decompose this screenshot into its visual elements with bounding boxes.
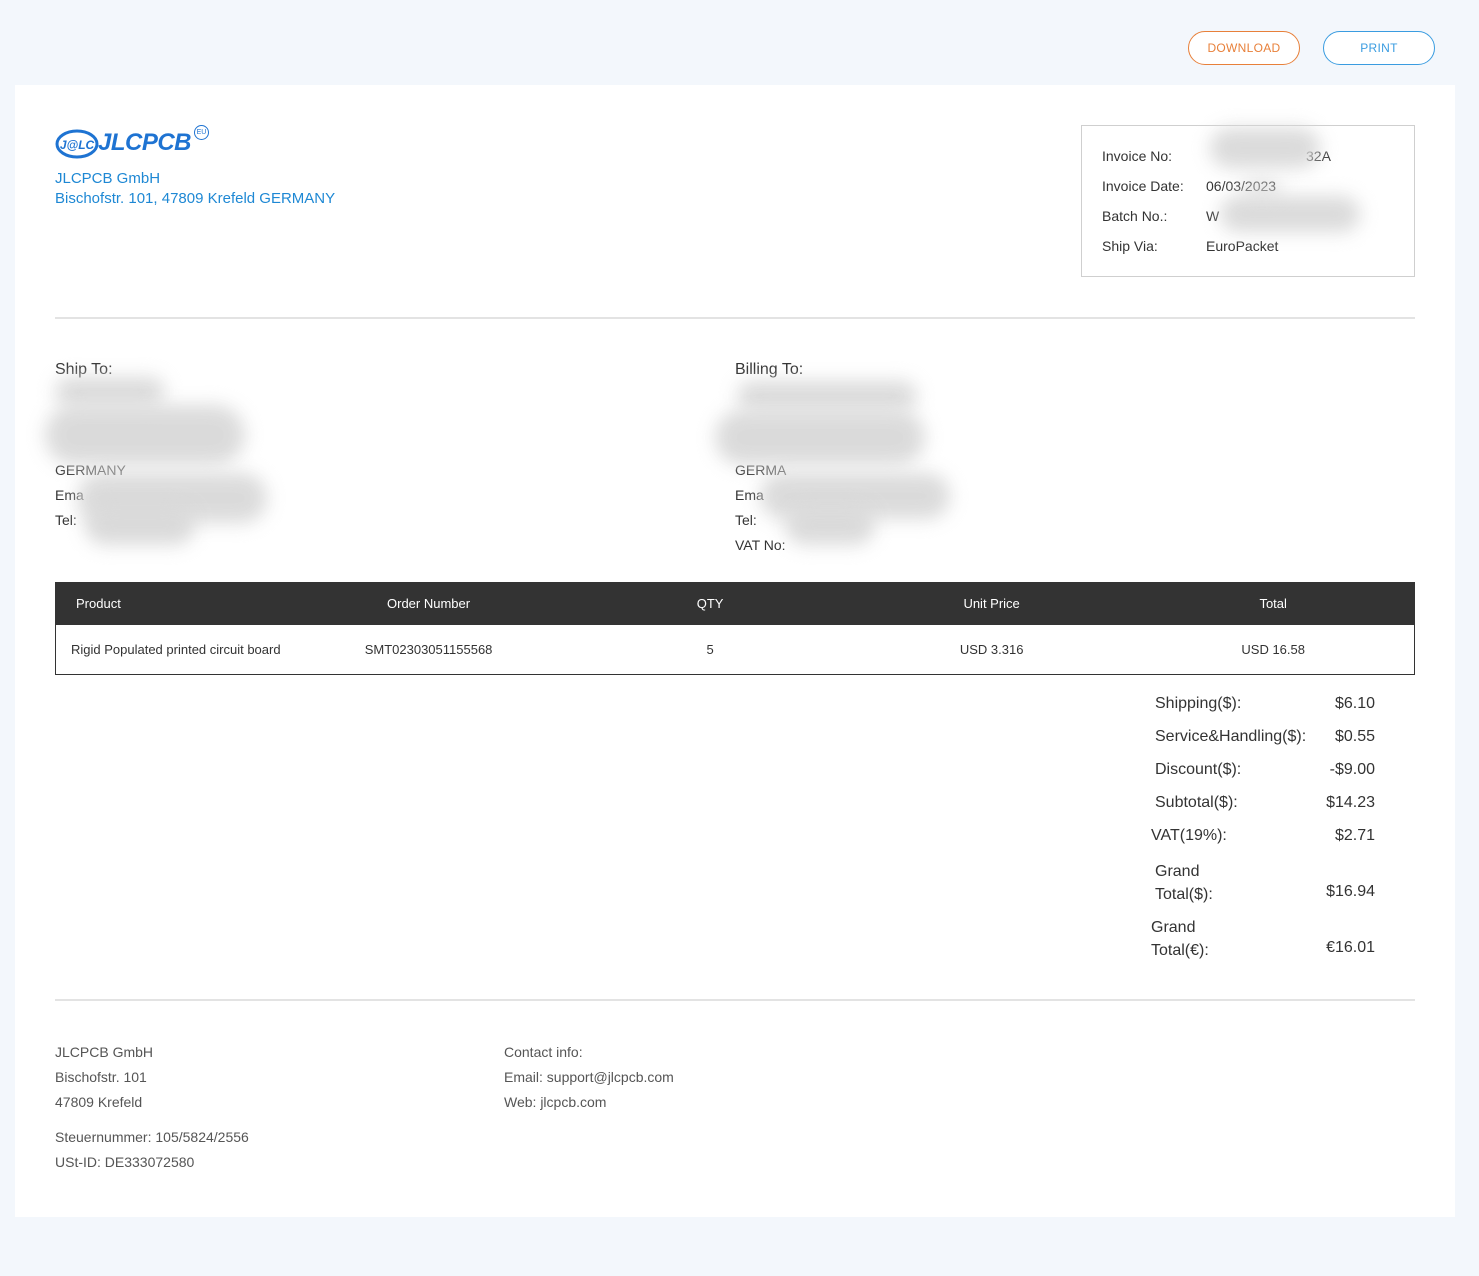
footer-city: 47809 Krefeld — [55, 1094, 143, 1110]
grand-total-eur-row: Grand Total(€): €16.01 — [1150, 916, 1375, 972]
cell-order-number: SMT02303051155568 — [364, 641, 493, 657]
logo-mark-text: J@LC — [60, 138, 95, 152]
items-header-row: Product Order Number QTY Unit Price Tota… — [55, 582, 1415, 625]
discount-row: Discount($): -$9.00 — [1150, 761, 1375, 794]
cell-total: USD 16.58 — [1241, 641, 1305, 657]
logo-eu-badge: EU — [194, 125, 209, 140]
invoice-no-label: Invoice No: — [1102, 148, 1173, 164]
service-value: $0.55 — [1334, 728, 1375, 745]
batch-no-value: W — [1206, 208, 1220, 224]
cell-product: Rigid Populated printed circuit board — [71, 641, 281, 657]
jlcpcb-logo: J@LC JLCPCB EU — [55, 125, 215, 165]
subtotal-label: Subtotal($): — [1155, 794, 1238, 811]
footer-company-name: JLCPCB GmbH — [55, 1044, 154, 1060]
grand-total-eur-label: Grand Total(€): — [1151, 916, 1209, 962]
col-header-order-number: Order Number — [387, 596, 471, 612]
header-divider — [55, 317, 1415, 319]
redaction-blur — [85, 505, 195, 545]
redaction-blur — [1242, 178, 1282, 198]
vat-row: VAT(19%): $2.71 — [1150, 827, 1375, 860]
footer-divider — [55, 999, 1415, 1001]
print-button[interactable]: PRINT — [1323, 31, 1435, 65]
ship-via-label: Ship Via: — [1102, 238, 1158, 254]
ship-via-value: EuroPacket — [1206, 238, 1279, 254]
redaction-blur — [785, 505, 875, 545]
grand-total-usd-value: $16.94 — [1326, 883, 1375, 900]
service-row: Service&Handling($): $0.55 — [1150, 728, 1375, 761]
footer-email: Email: support@jlcpcb.com — [504, 1069, 674, 1085]
col-header-qty: QTY — [696, 596, 724, 612]
service-label: Service&Handling($): — [1155, 728, 1307, 745]
subtotal-row: Subtotal($): $14.23 — [1150, 794, 1375, 827]
footer-tax-number: Steuernummer: 105/5824/2556 — [55, 1129, 249, 1145]
footer-ust-id: USt-ID: DE333072580 — [55, 1154, 195, 1170]
redaction-blur — [45, 405, 245, 465]
seller-company-name: JLCPCB GmbH — [55, 170, 161, 187]
logo-text: JLCPCB — [98, 129, 192, 156]
totals-block: Shipping($): $6.10 Service&Handling($): … — [1150, 695, 1375, 972]
redaction-blur — [55, 377, 165, 407]
seller-address: JLCPCB GmbH Bischofstr. 101, 47809 Krefe… — [55, 169, 335, 209]
grand-total-eur-label-line1: Grand — [1151, 919, 1196, 936]
invoice-date-label: Invoice Date: — [1102, 178, 1184, 194]
items-table: Product Order Number QTY Unit Price Tota… — [55, 582, 1415, 675]
col-header-product: Product — [76, 596, 121, 612]
cell-unit-price: USD 3.316 — [959, 641, 1024, 657]
redaction-blur — [715, 410, 925, 465]
seller-street-address: Bischofstr. 101, 47809 Krefeld GERMANY — [55, 190, 336, 207]
billing-to-title: Billing To: — [735, 361, 804, 378]
footer-contact-title: Contact info: — [504, 1044, 583, 1060]
discount-label: Discount($): — [1155, 761, 1242, 778]
footer-company-block: JLCPCB GmbH Bischofstr. 101 47809 Krefel… — [55, 1040, 249, 1175]
redaction-blur — [1210, 128, 1320, 168]
vat-value: $2.71 — [1334, 827, 1375, 844]
grand-total-usd-label-line1: Grand — [1155, 863, 1200, 880]
download-button[interactable]: DOWNLOAD — [1188, 31, 1300, 65]
toolbar: DOWNLOAD PRINT — [1188, 31, 1435, 65]
grand-total-usd-row: Grand Total($): $16.94 — [1150, 860, 1375, 916]
batch-no-label: Batch No.: — [1102, 208, 1168, 224]
shipping-row: Shipping($): $6.10 — [1150, 695, 1375, 728]
discount-value: -$9.00 — [1329, 761, 1375, 778]
ship-via-row: Ship Via: EuroPacket — [1102, 236, 1414, 266]
col-header-total: Total — [1259, 596, 1287, 612]
logo-mark-icon: J@LC — [55, 129, 99, 159]
grand-total-usd-label-line2: Total($): — [1155, 886, 1213, 903]
invoice-meta-box: Invoice No: 32A Invoice Date: 06/03/2023… — [1081, 125, 1415, 277]
grand-total-eur-label-line2: Total(€): — [1151, 942, 1209, 959]
invoice-sheet: J@LC JLCPCB EU JLCPCB GmbH Bischofstr. 1… — [15, 85, 1455, 1217]
redaction-blur — [737, 381, 917, 411]
grand-total-usd-label: Grand Total($): — [1155, 860, 1213, 906]
redaction-blur — [1220, 196, 1360, 232]
col-header-unit-price: Unit Price — [963, 596, 1020, 612]
grand-total-eur-value: €16.01 — [1326, 939, 1375, 956]
footer-street: Bischofstr. 101 — [55, 1069, 147, 1085]
footer-contact-block: Contact info: Email: support@jlcpcb.com … — [504, 1040, 674, 1115]
shipping-label: Shipping($): — [1155, 695, 1242, 712]
cell-qty: 5 — [706, 641, 714, 657]
vat-label: VAT(19%): — [1151, 827, 1227, 844]
subtotal-value: $14.23 — [1326, 794, 1375, 811]
footer-web: Web: jlcpcb.com — [504, 1094, 607, 1110]
table-row: Rigid Populated printed circuit board SM… — [56, 625, 1415, 675]
shipping-value: $6.10 — [1334, 695, 1375, 712]
